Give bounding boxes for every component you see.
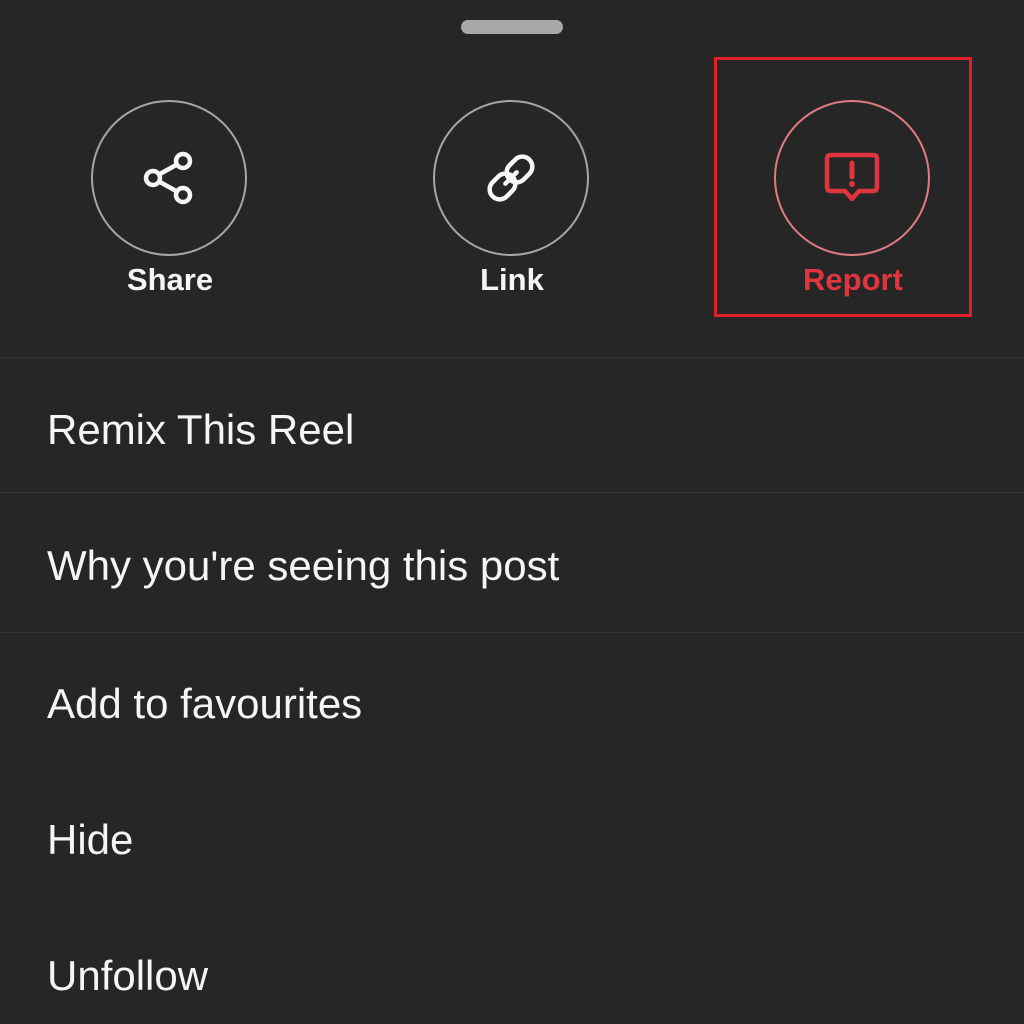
- report-highlight-box: [714, 57, 972, 317]
- share-button[interactable]: Share: [50, 100, 290, 310]
- divider: [0, 632, 1024, 633]
- share-icon: [143, 151, 193, 205]
- link-circle[interactable]: [433, 100, 589, 256]
- menu-item-unfollow[interactable]: Unfollow: [0, 916, 1024, 1024]
- menu-item-remix-reel[interactable]: Remix This Reel: [0, 370, 1024, 490]
- menu-item-label: Why you're seeing this post: [47, 542, 560, 589]
- divider: [0, 492, 1024, 493]
- options-bottom-sheet: Share Link Report Remix This Reel Why yo…: [0, 0, 1024, 1024]
- menu-item-hide[interactable]: Hide: [0, 780, 1024, 900]
- share-circle[interactable]: [91, 100, 247, 256]
- menu-item-label: Hide: [47, 816, 134, 863]
- link-button[interactable]: Link: [392, 100, 632, 310]
- link-icon: [487, 154, 535, 202]
- menu-item-why-seeing-post[interactable]: Why you're seeing this post: [0, 506, 1024, 626]
- link-label: Link: [480, 262, 544, 297]
- action-row: Share Link Report: [0, 0, 1024, 357]
- menu-item-add-favourites[interactable]: Add to favourites: [0, 644, 1024, 764]
- menu-item-label: Remix This Reel: [47, 406, 355, 453]
- divider: [0, 357, 1024, 358]
- menu-item-label: Add to favourites: [47, 680, 363, 727]
- share-label: Share: [126, 262, 214, 297]
- menu-item-label: Unfollow: [47, 952, 209, 999]
